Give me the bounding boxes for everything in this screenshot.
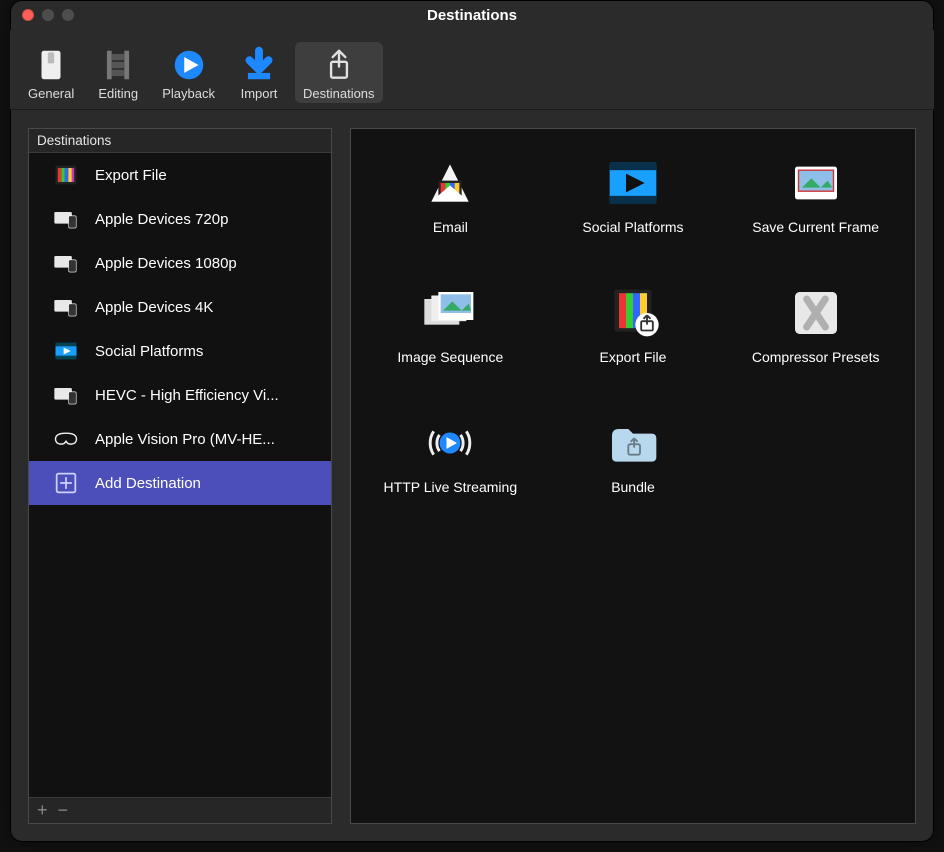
- toolbar-tab-editing[interactable]: Editing: [88, 42, 148, 103]
- destination-template-label: Image Sequence: [397, 349, 503, 365]
- bundle-folder-icon: [601, 415, 665, 471]
- sidebar-item-label: Apple Vision Pro (MV-HE...: [95, 431, 275, 448]
- sidebar-item-label: Apple Devices 4K: [95, 299, 213, 316]
- sidebar-item[interactable]: Add Destination: [29, 461, 331, 505]
- destination-template-label: HTTP Live Streaming: [384, 479, 518, 495]
- film-color-icon: [51, 161, 81, 189]
- toolbar-tab-destinations[interactable]: Destinations: [295, 42, 383, 103]
- destination-template[interactable]: Bundle: [542, 403, 725, 533]
- destination-templates-grid: Email Social Platforms Save Current Frame I…: [350, 128, 916, 824]
- destinations-sidebar: Destinations Export File Apple Devices 72…: [28, 128, 332, 824]
- destination-template[interactable]: HTTP Live Streaming: [359, 403, 542, 533]
- destination-template-label: Save Current Frame: [752, 219, 879, 235]
- destination-template-label: Email: [433, 219, 468, 235]
- toolbar-tab-label: General: [28, 86, 74, 101]
- sidebar-item[interactable]: Export File: [29, 153, 331, 197]
- sidebar-item[interactable]: Apple Devices 1080p: [29, 241, 331, 285]
- visionpro-icon: [51, 425, 81, 453]
- window-title: Destinations: [10, 7, 934, 24]
- sidebar-item-label: HEVC - High Efficiency Vi...: [95, 387, 279, 404]
- destination-template[interactable]: Email: [359, 143, 542, 273]
- destinations-icon: [317, 46, 361, 84]
- preferences-toolbar: General Editing Playback Import Destinations: [10, 30, 934, 110]
- general-icon: [29, 46, 73, 84]
- sidebar-item[interactable]: HEVC - High Efficiency Vi...: [29, 373, 331, 417]
- plus-square-icon: [51, 469, 81, 497]
- toolbar-tab-label: Import: [241, 86, 278, 101]
- editing-icon: [96, 46, 140, 84]
- image-sequence-icon: [418, 285, 482, 341]
- sidebar-item-label: Export File: [95, 167, 167, 184]
- toolbar-tab-label: Playback: [162, 86, 215, 101]
- destination-template[interactable]: Social Platforms: [542, 143, 725, 273]
- sidebar-item-label: Apple Devices 1080p: [95, 255, 237, 272]
- sidebar-footer: + −: [29, 797, 331, 823]
- playback-icon: [167, 46, 211, 84]
- toolbar-tab-label: Destinations: [303, 86, 375, 101]
- titlebar: Destinations: [10, 0, 934, 30]
- import-icon: [237, 46, 281, 84]
- destination-template[interactable]: Image Sequence: [359, 273, 542, 403]
- toolbar-tab-general[interactable]: General: [20, 42, 82, 103]
- devices-icon: [51, 249, 81, 277]
- devices-icon: [51, 205, 81, 233]
- devices-icon: [51, 293, 81, 321]
- sidebar-list: Export File Apple Devices 720p Apple Devic…: [29, 153, 331, 797]
- email-icon: [418, 155, 482, 211]
- add-destination-button[interactable]: +: [37, 800, 48, 821]
- devices-icon: [51, 381, 81, 409]
- hls-icon: [418, 415, 482, 471]
- sidebar-item-label: Apple Devices 720p: [95, 211, 228, 228]
- destination-template-label: Compressor Presets: [752, 349, 880, 365]
- sidebar-item[interactable]: Apple Vision Pro (MV-HE...: [29, 417, 331, 461]
- toolbar-tab-import[interactable]: Import: [229, 42, 289, 103]
- toolbar-tab-playback[interactable]: Playback: [154, 42, 223, 103]
- sidebar-item[interactable]: Apple Devices 4K: [29, 285, 331, 329]
- preferences-window: Destinations General Editing Playback Impor…: [10, 0, 934, 842]
- toolbar-tab-label: Editing: [98, 86, 138, 101]
- social-large-icon: [601, 155, 665, 211]
- sidebar-item-label: Add Destination: [95, 475, 201, 492]
- sidebar-item[interactable]: Apple Devices 720p: [29, 197, 331, 241]
- sidebar-header: Destinations: [29, 129, 331, 153]
- clip-play-icon: [51, 337, 81, 365]
- frame-photo-icon: [784, 155, 848, 211]
- export-file-large-icon: [601, 285, 665, 341]
- destination-template[interactable]: Save Current Frame: [724, 143, 907, 273]
- compressor-icon: [784, 285, 848, 341]
- content: Destinations Export File Apple Devices 72…: [10, 110, 934, 842]
- destination-template-label: Social Platforms: [582, 219, 683, 235]
- destination-template-label: Export File: [600, 349, 667, 365]
- sidebar-item-label: Social Platforms: [95, 343, 203, 360]
- destination-template[interactable]: Export File: [542, 273, 725, 403]
- destination-template-label: Bundle: [611, 479, 655, 495]
- destination-template[interactable]: Compressor Presets: [724, 273, 907, 403]
- remove-destination-button[interactable]: −: [58, 800, 69, 821]
- sidebar-item[interactable]: Social Platforms: [29, 329, 331, 373]
